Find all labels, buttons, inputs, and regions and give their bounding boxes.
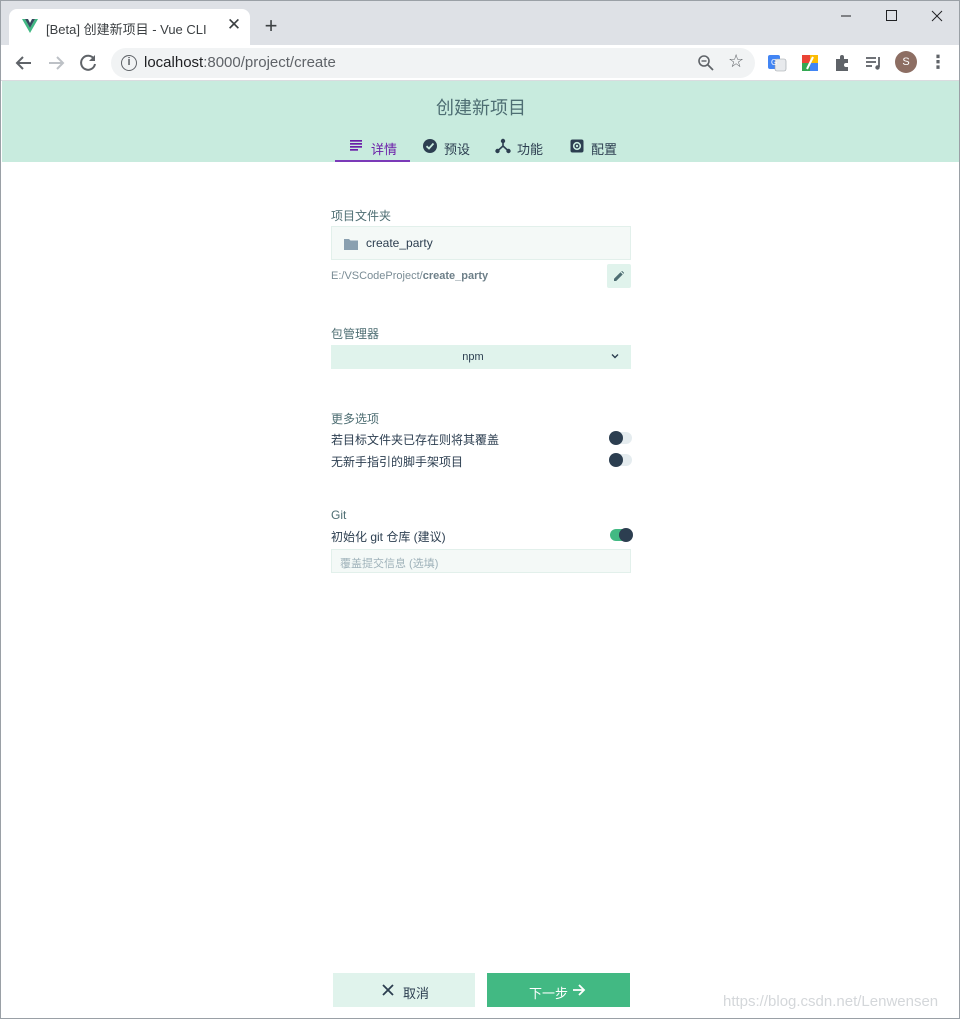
no-guide-option[interactable]: 无新手指引的脚手架项目 [331, 451, 632, 469]
window-close-button[interactable] [913, 1, 959, 31]
folder-section-label: 项目文件夹 [331, 209, 392, 223]
translate-icon[interactable]: G [767, 53, 787, 73]
check-circle-icon [423, 139, 437, 153]
vue-logo-icon [22, 19, 38, 33]
package-manager-select[interactable]: npm [331, 345, 631, 369]
tab-features[interactable]: 功能 [495, 131, 555, 162]
toggle-knob [609, 453, 623, 467]
window-minimize-button[interactable] [823, 1, 869, 31]
folder-path-prefix: E:/VSCodeProject/ [331, 270, 423, 282]
color-extension-icon[interactable] [800, 53, 820, 73]
no-guide-toggle[interactable] [609, 453, 632, 467]
toggle-knob [619, 528, 633, 542]
subject-icon [350, 140, 362, 151]
new-tab-button[interactable]: + [260, 15, 282, 37]
chevron-down-icon [611, 354, 619, 359]
toggle-knob [609, 431, 623, 445]
package-manager-value: npm [462, 351, 484, 363]
force-overwrite-label: 若目标文件夹已存在则将其覆盖 [331, 433, 500, 447]
git-init-option[interactable]: 初始化 git 仓库 (建议) [331, 526, 633, 544]
browser-tab[interactable]: [Beta] 创建新项目 - Vue CLI ✕ [9, 9, 250, 45]
zoom-icon[interactable] [697, 54, 715, 72]
force-overwrite-toggle[interactable] [609, 431, 632, 445]
cancel-label: 取消 [403, 986, 430, 1001]
device-hub-icon [495, 138, 511, 154]
edit-path-button[interactable] [607, 264, 631, 288]
next-button[interactable]: 下一步 [487, 973, 630, 1007]
media-control-icon[interactable] [864, 53, 884, 73]
git-section-label: Git [331, 508, 347, 522]
svg-text:G: G [771, 58, 777, 67]
tab-details[interactable]: 详情 [335, 131, 410, 162]
no-guide-label: 无新手指引的脚手架项目 [331, 455, 464, 469]
tab-close-icon[interactable]: ✕ [225, 16, 243, 34]
window-maximize-button[interactable] [868, 1, 914, 31]
tab-presets[interactable]: 预设 [422, 131, 482, 162]
page-title: 创建新项目 [436, 98, 526, 118]
browser-toolbar: i localhost:8000/project/create ☆ G S ⋮ [1, 45, 959, 81]
star-icon[interactable]: ☆ [728, 51, 744, 72]
back-arrow-icon [15, 56, 31, 70]
profile-avatar[interactable]: S [895, 51, 917, 73]
reload-icon [80, 54, 96, 71]
address-bar[interactable]: i localhost:8000/project/create ☆ [111, 48, 755, 78]
maximize-icon [886, 10, 897, 21]
tab-details-label: 详情 [371, 142, 398, 157]
url-text[interactable]: localhost:8000/project/create [144, 54, 336, 71]
git-init-label: 初始化 git 仓库 (建议) [331, 530, 446, 544]
url-host: localhost [144, 54, 204, 71]
tab-config[interactable]: 配置 [569, 131, 629, 162]
minimize-icon [841, 15, 851, 17]
package-manager-label: 包管理器 [331, 327, 380, 341]
forward-button[interactable] [43, 50, 69, 76]
page-header: 创建新项目 详情 预设 功能 配置 [2, 81, 959, 162]
close-icon [382, 984, 394, 996]
watermark-text: https://blog.csdn.net/Lenwensen [723, 993, 939, 1010]
pencil-icon [614, 271, 624, 281]
forward-arrow-icon [49, 56, 65, 70]
folder-path-name: create_party [422, 270, 489, 282]
folder-name-value: create_party [366, 236, 433, 250]
arrow-forward-icon [573, 984, 586, 996]
folder-icon [344, 239, 358, 250]
back-button[interactable] [11, 50, 37, 76]
more-vert-icon[interactable]: ⋮ [929, 51, 947, 73]
browser-window: [Beta] 创建新项目 - Vue CLI ✕ + i localhost:8… [0, 0, 960, 1019]
folder-path: E:/VSCodeProject/create_party [331, 270, 488, 282]
tab-config-label: 配置 [591, 142, 618, 157]
more-options-label: 更多选项 [331, 412, 380, 426]
cancel-button[interactable]: 取消 [333, 973, 475, 1007]
tab-title: [Beta] 创建新项目 - Vue CLI [46, 22, 207, 37]
tab-presets-label: 预设 [444, 142, 471, 157]
git-init-toggle[interactable] [610, 528, 633, 542]
puzzle-icon[interactable] [832, 53, 852, 73]
browser-titlebar: [Beta] 创建新项目 - Vue CLI ✕ + [1, 1, 959, 45]
info-icon[interactable]: i [121, 55, 137, 71]
folder-name-field[interactable]: create_party [331, 226, 631, 260]
next-label: 下一步 [529, 986, 569, 1001]
close-icon [931, 10, 943, 22]
commit-message-input[interactable]: 覆盖提交信息 (选填) [331, 549, 631, 573]
force-overwrite-option[interactable]: 若目标文件夹已存在则将其覆盖 [331, 429, 632, 447]
url-path: :8000/project/create [203, 54, 336, 71]
reload-button[interactable] [75, 50, 101, 76]
settings-icon [570, 139, 584, 153]
tab-features-label: 功能 [517, 142, 544, 157]
